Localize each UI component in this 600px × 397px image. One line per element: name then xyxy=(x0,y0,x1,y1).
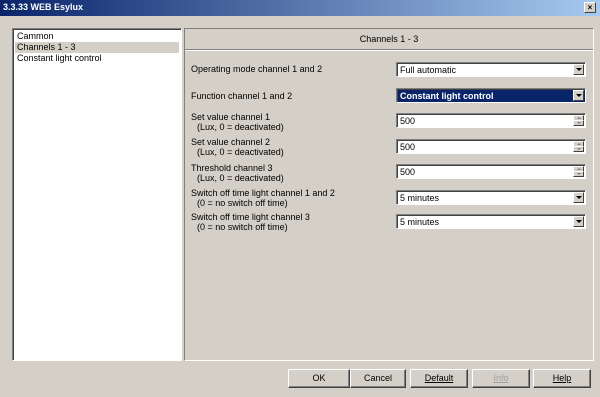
param-label-operating-mode: Operating mode channel 1 and 2 xyxy=(191,64,323,74)
tree-item-channels[interactable]: Channels 1 - 3 xyxy=(15,42,179,53)
default-button[interactable]: Default xyxy=(410,369,468,388)
chevron-down-icon[interactable] xyxy=(573,192,584,203)
threshold-3-spinner[interactable]: 500 xyxy=(396,164,586,179)
panel-divider xyxy=(185,49,593,51)
tree-item-cammon[interactable]: Cammon xyxy=(15,31,54,42)
chevron-down-icon[interactable] xyxy=(573,90,584,101)
spinner-arrows-icon[interactable] xyxy=(573,141,584,152)
help-button[interactable]: Help xyxy=(533,369,591,388)
parameter-tree: Cammon Channels 1 - 3 Constant light con… xyxy=(12,28,182,361)
title-bar: 3.3.33 WEB Esylux × xyxy=(0,0,600,16)
spinner-arrows-icon[interactable] xyxy=(573,115,584,126)
spinner-arrows-icon[interactable] xyxy=(573,166,584,177)
panel-title: Channels 1 - 3 xyxy=(359,34,419,44)
close-button[interactable]: × xyxy=(584,2,596,13)
function-dropdown[interactable]: Constant light control xyxy=(396,88,586,103)
parameter-panel: Channels 1 - 3 Operating mode channel 1 … xyxy=(184,28,594,361)
set-value-2-spinner[interactable]: 500 xyxy=(396,139,586,154)
switch-off-3-dropdown[interactable]: 5 minutes xyxy=(396,214,586,229)
param-label-set-value-1: Set value channel 1 (Lux, 0 = deactivate… xyxy=(191,112,284,132)
window-title: 3.3.33 WEB Esylux xyxy=(3,2,84,12)
param-label-threshold-3: Threshold channel 3 (Lux, 0 = deactivate… xyxy=(191,163,284,183)
set-value-1-spinner[interactable]: 500 xyxy=(396,113,586,128)
info-button[interactable]: Info xyxy=(472,369,530,388)
switch-off-12-dropdown[interactable]: 5 minutes xyxy=(396,190,586,205)
chevron-down-icon[interactable] xyxy=(573,216,584,227)
param-label-set-value-2: Set value channel 2 (Lux, 0 = deactivate… xyxy=(191,137,284,157)
param-label-switch-off-3: Switch off time light channel 3 (0 = no … xyxy=(191,212,310,232)
cancel-button[interactable]: Cancel xyxy=(350,369,406,388)
operating-mode-dropdown[interactable]: Full automatic xyxy=(396,62,586,77)
ok-button[interactable]: OK xyxy=(288,369,350,388)
param-label-function: Function channel 1 and 2 xyxy=(191,91,293,101)
tree-item-constant-light[interactable]: Constant light control xyxy=(15,53,102,64)
param-label-switch-off-12: Switch off time light channel 1 and 2 (0… xyxy=(191,188,335,208)
chevron-down-icon[interactable] xyxy=(573,64,584,75)
